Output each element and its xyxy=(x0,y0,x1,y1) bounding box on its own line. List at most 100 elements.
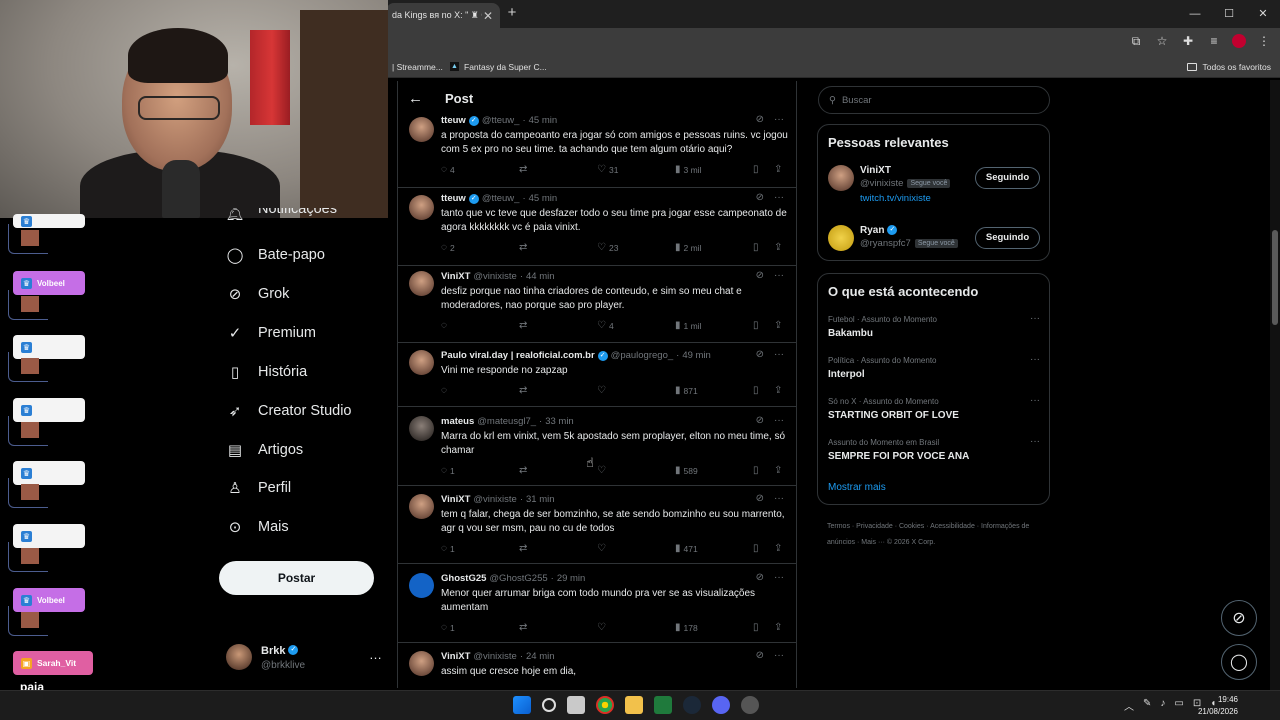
views-button[interactable]: ▮ 589 xyxy=(675,465,698,476)
repost-button[interactable]: ⇄ xyxy=(519,242,527,253)
scrollbar-thumb[interactable] xyxy=(1272,230,1278,325)
tweet-author[interactable]: Paulo viral.day | realoficial.com.br xyxy=(441,350,595,361)
nav-item-articles[interactable]: ▤ Artigos xyxy=(226,441,303,459)
bookmark-button[interactable]: ▯ xyxy=(753,385,759,396)
extensions-icon[interactable]: ✚ xyxy=(1180,33,1196,49)
views-button[interactable]: ▮ 471 xyxy=(675,543,698,554)
tweet-time[interactable]: 44 min xyxy=(526,271,555,282)
trend-item[interactable]: Assunto do Momento em Brasil SEMPRE FOI … xyxy=(828,436,1040,472)
avatar[interactable] xyxy=(409,416,434,441)
share-button[interactable]: ⇪ xyxy=(774,242,782,253)
like-button[interactable]: ♡ xyxy=(597,543,606,554)
nav-item-creator-studio[interactable]: ➶ Creator Studio xyxy=(226,402,352,420)
reply-button[interactable]: ◌ 4 xyxy=(441,164,455,175)
person-name[interactable]: Ryan ✓ xyxy=(860,225,898,236)
file-explorer-icon[interactable] xyxy=(625,696,643,714)
share-button[interactable]: ⇪ xyxy=(774,164,782,175)
views-button[interactable]: ▮ 3 mil xyxy=(675,164,701,175)
bookmark-button[interactable]: ▯ xyxy=(753,242,759,253)
tweet-author[interactable]: tteuw xyxy=(441,193,466,204)
tweet-time[interactable]: 29 min xyxy=(557,573,586,584)
post-button[interactable]: Postar xyxy=(219,561,374,595)
nav-item-premium[interactable]: ✓ Premium xyxy=(226,324,316,342)
reply-button[interactable]: ◌ xyxy=(441,320,447,331)
tweet-author[interactable]: mateus xyxy=(441,416,474,427)
repost-button[interactable]: ⇄ xyxy=(519,465,527,476)
maximize-button[interactable]: ☐ xyxy=(1212,0,1246,28)
tweet-time[interactable]: 49 min xyxy=(682,350,711,361)
excel-icon[interactable] xyxy=(654,696,672,714)
following-button[interactable]: Seguindo xyxy=(975,167,1040,189)
tweet-author[interactable]: ViniXT xyxy=(441,494,470,505)
nav-item-chat[interactable]: ◯ Bate-papo xyxy=(226,246,325,264)
following-button[interactable]: Seguindo xyxy=(975,227,1040,249)
views-button[interactable]: ▮ 178 xyxy=(675,622,698,633)
tweet[interactable]: mateus @mateusgl7_ · 33 min ⊘ ··· Marra d… xyxy=(398,415,796,486)
more-icon[interactable]: ··· xyxy=(774,192,784,203)
tweet[interactable]: ViniXT @vinixiste · 24 min ⊘ ··· assim qu… xyxy=(398,650,796,688)
trend-more-icon[interactable]: ··· xyxy=(1030,436,1040,447)
avatar[interactable] xyxy=(828,165,854,191)
nav-item-profile[interactable]: ♙ Perfil xyxy=(226,479,291,497)
more-icon[interactable]: ··· xyxy=(774,270,784,281)
tweet[interactable]: tteuw ✓ @tteuw_ · 45 min ⊘ ··· a proposta… xyxy=(398,114,796,188)
tweet-handle[interactable]: @tteuw_ xyxy=(482,115,520,126)
person-card[interactable]: ViniXT @vinixiste Segue você twitch.tv/vi… xyxy=(828,165,1040,205)
trend-item[interactable]: Política · Assunto do Momento Interpol ·… xyxy=(828,354,1040,390)
reply-button[interactable]: ◌ xyxy=(441,385,447,396)
browser-tab-active[interactable]: da Kings вя no X: " ♜ O ✕ xyxy=(386,3,500,28)
tweet-author[interactable]: ViniXT xyxy=(441,271,470,282)
tweet-handle[interactable]: @vinixiste xyxy=(473,271,516,282)
tweet-time[interactable]: 33 min xyxy=(545,416,574,427)
repost-button[interactable]: ⇄ xyxy=(519,320,527,331)
grok-icon[interactable]: ⊘ xyxy=(756,192,764,203)
bookmark-streamme[interactable]: | Streamme... xyxy=(392,62,443,72)
person-name[interactable]: ViniXT xyxy=(860,165,891,176)
close-window-button[interactable]: ✕ xyxy=(1246,0,1280,28)
views-button[interactable]: ▮ 2 mil xyxy=(675,242,701,253)
steam-icon[interactable] xyxy=(683,696,701,714)
like-button[interactable]: ♡ 23 xyxy=(597,242,618,253)
repost-button[interactable]: ⇄ xyxy=(519,622,527,633)
tweet-handle[interactable]: @paulogrego_ xyxy=(611,350,673,361)
task-view-icon[interactable] xyxy=(567,696,585,714)
more-icon[interactable]: ··· xyxy=(774,349,784,360)
share-button[interactable]: ⇪ xyxy=(774,385,782,396)
tweet[interactable]: GhostG25 @GhostG255 · 29 min ⊘ ··· Menor … xyxy=(398,572,796,643)
trend-more-icon[interactable]: ··· xyxy=(1030,395,1040,406)
bookmark-button[interactable]: ▯ xyxy=(753,622,759,633)
reply-button[interactable]: ◌ 1 xyxy=(441,543,455,554)
like-button[interactable]: ♡ xyxy=(597,385,606,396)
tray-chevron-icon[interactable]: ︿ xyxy=(1124,698,1134,713)
like-button[interactable]: ♡ 4 xyxy=(597,320,614,331)
bookmark-fantasy[interactable]: ▲ Fantasy da Super C... xyxy=(450,62,547,72)
tweet[interactable]: ViniXT @vinixiste · 31 min ⊘ ··· tem q fa… xyxy=(398,493,796,564)
search-icon[interactable] xyxy=(542,698,556,712)
search-input[interactable]: ⚲ Buscar xyxy=(818,86,1050,114)
bookmark-button[interactable]: ▯ xyxy=(753,465,759,476)
scrollbar-track[interactable] xyxy=(1270,80,1280,690)
avatar[interactable] xyxy=(409,651,434,676)
views-button[interactable]: ▮ 1 mil xyxy=(675,320,701,331)
grok-fab-button[interactable]: ⊘ xyxy=(1221,600,1257,636)
tweet-handle[interactable]: @mateusgl7_ xyxy=(477,416,536,427)
tweet-handle[interactable]: @vinixiste xyxy=(473,651,516,662)
tweet-time[interactable]: 45 min xyxy=(529,115,558,126)
nav-item-more[interactable]: ⊙ Mais xyxy=(226,518,289,536)
tweet-time[interactable]: 45 min xyxy=(529,193,558,204)
trend-more-icon[interactable]: ··· xyxy=(1030,313,1040,324)
windows-start-icon[interactable] xyxy=(513,696,531,714)
trend-more-icon[interactable]: ··· xyxy=(1030,354,1040,365)
share-button[interactable]: ⇪ xyxy=(774,543,782,554)
repost-button[interactable]: ⇄ xyxy=(519,385,527,396)
tweet-author[interactable]: GhostG25 xyxy=(441,573,486,584)
avatar[interactable] xyxy=(409,271,434,296)
avatar[interactable] xyxy=(828,225,854,251)
avatar[interactable] xyxy=(409,117,434,142)
tweet-author[interactable]: tteuw xyxy=(441,115,466,126)
bookmark-button[interactable]: ▯ xyxy=(753,543,759,554)
tweet-author[interactable]: ViniXT xyxy=(441,651,470,662)
bookmark-button[interactable]: ▯ xyxy=(753,164,759,175)
share-button[interactable]: ⇪ xyxy=(774,320,782,331)
tweet-handle[interactable]: @vinixiste xyxy=(473,494,516,505)
